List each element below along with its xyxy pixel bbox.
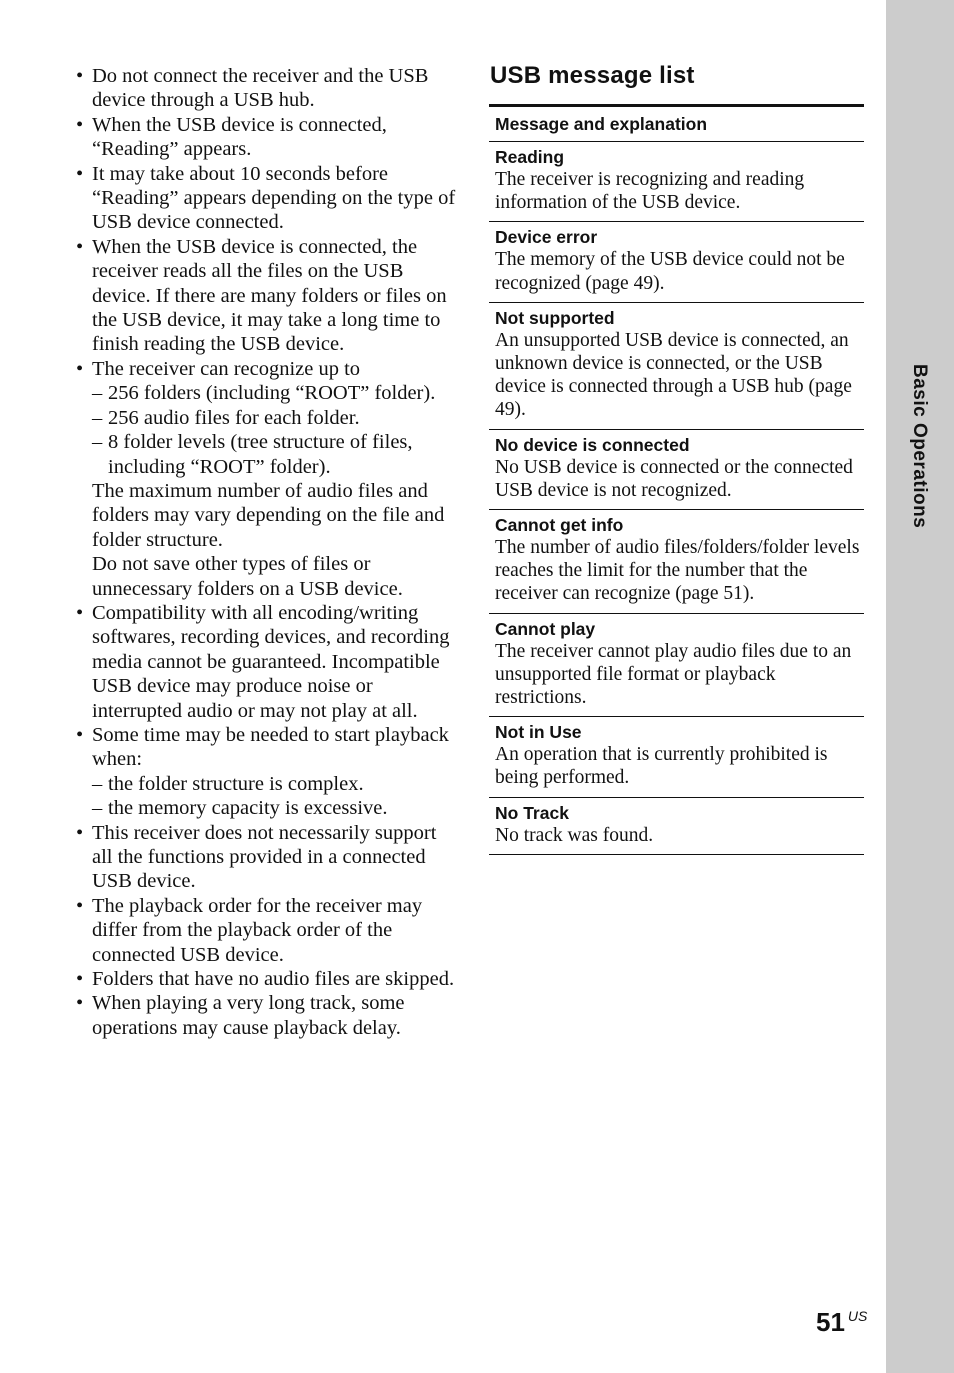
page-number-value: 51 (816, 1307, 845, 1337)
note-paragraph: Do not save other types of files or unne… (92, 553, 403, 600)
note-subitem: – the memory capacity is excessive. (92, 797, 388, 820)
note-item: Do not connect the receiver and the USB … (76, 64, 456, 113)
subitem-text: 256 audio files for each folder. (108, 406, 360, 429)
message-name: Cannot get info (495, 515, 624, 536)
note-subitem: – the folder structure is complex. (92, 772, 364, 795)
region-suffix: US (847, 1308, 868, 1324)
subitem-text: 8 folder levels (tree structure of files… (108, 431, 413, 478)
note-subitem: –256 folders (including “ROOT” folder). (92, 382, 436, 405)
message-explanation: The receiver is recognizing and reading … (495, 169, 805, 214)
subitem-text: the memory capacity is excessive. (108, 797, 388, 820)
table-row: Cannot get info The number of audio file… (489, 510, 864, 614)
message-name: No device is connected (495, 434, 690, 455)
note-text: When playing a very long track, some ope… (92, 992, 405, 1039)
note-subitem: –256 audio files for each folder. (92, 406, 360, 429)
note-item: When the USB device is connected, the re… (76, 235, 456, 357)
note-text: It may take about 10 seconds before “Rea… (92, 162, 456, 234)
usb-notes-list: Do not connect the receiver and the USB … (76, 64, 456, 1040)
note-text: Some time may be needed to start playbac… (92, 723, 449, 771)
message-name: Reading (495, 147, 565, 167)
section-side-label: Basic Operations (909, 364, 930, 529)
note-text: The receiver can recognize up to (92, 357, 361, 380)
note-subitem: –8 folder levels (tree structure of file… (92, 431, 413, 478)
note-text: The playback order for the receiver may … (92, 894, 423, 966)
note-item: When playing a very long track, some ope… (76, 991, 456, 1040)
note-text: Compatibility with all encoding/writing … (92, 601, 450, 722)
message-explanation: An operation that is currently prohibite… (495, 744, 828, 789)
subitem-text: the folder structure is complex. (108, 772, 364, 795)
note-item: It may take about 10 seconds before “Rea… (76, 162, 456, 235)
usb-message-table: Message and explanation Reading The rece… (489, 104, 864, 855)
subitem-text: 256 folders (including “ROOT” folder). (108, 382, 436, 405)
note-text: Do not connect the receiver and the USB … (92, 65, 429, 112)
section-title: USB message list (490, 62, 695, 89)
message-explanation: The memory of the USB device could not b… (495, 249, 845, 294)
table-row: No Track No track was found. (489, 798, 864, 855)
table-row: Device error The memory of the USB devic… (489, 222, 864, 303)
message-explanation: An unsupported USB device is connected, … (495, 329, 852, 421)
message-explanation: No USB device is connected or the connec… (495, 456, 853, 501)
table-row: Reading The receiver is recognizing and … (489, 142, 864, 223)
message-explanation: No track was found. (495, 824, 654, 846)
note-item: Compatibility with all encoding/writing … (76, 601, 456, 723)
page-number: 51 US (816, 1307, 867, 1338)
note-text: When the USB device is connected, “Readi… (92, 113, 387, 161)
note-item: This receiver does not necessarily suppo… (76, 821, 456, 894)
note-item: The receiver can recognize up to –256 fo… (76, 357, 456, 601)
section-side-tab (886, 0, 954, 1373)
message-name: Not in Use (495, 722, 582, 743)
message-explanation: The receiver cannot play audio files due… (495, 640, 852, 709)
note-text: This receiver does not necessarily suppo… (92, 821, 437, 893)
message-explanation: The number of audio files/folders/folder… (495, 537, 860, 605)
message-name: No Track (495, 802, 569, 823)
table-row: Not supported An unsupported USB device … (489, 303, 864, 430)
note-item: Some time may be needed to start playbac… (76, 723, 456, 821)
table-row: Cannot play The receiver cannot play aud… (489, 614, 864, 718)
message-name: Not supported (495, 307, 615, 328)
note-text: Folders that have no audio files are ski… (92, 968, 455, 991)
note-item: The playback order for the receiver may … (76, 894, 456, 967)
table-row: Not in Use An operation that is currentl… (489, 717, 864, 798)
note-item: Folders that have no audio files are ski… (76, 967, 456, 992)
table-header: Message and explanation (489, 107, 864, 142)
note-item: When the USB device is connected, “Readi… (76, 113, 456, 162)
note-paragraph: The maximum number of audio files and fo… (92, 479, 445, 551)
note-text: When the USB device is connected, the re… (92, 235, 447, 356)
message-name: Cannot play (495, 618, 596, 639)
usb-message-section: USB message list Message and explanation… (489, 62, 864, 855)
message-name: Device error (495, 227, 598, 248)
table-row: No device is connected No USB device is … (489, 430, 864, 511)
